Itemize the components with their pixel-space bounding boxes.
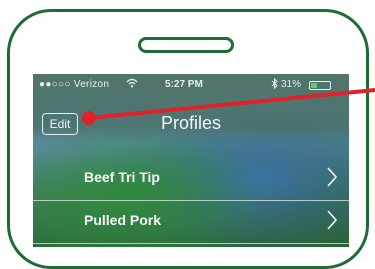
- battery-level-fill: [311, 83, 317, 88]
- wifi-icon: [126, 78, 138, 91]
- battery-percent: 31%: [281, 79, 302, 90]
- profiles-list: Beef Tri Tip Pulled Pork: [33, 158, 349, 244]
- list-item[interactable]: Pulled Pork: [33, 201, 349, 244]
- status-time: 5:27 PM: [165, 79, 203, 90]
- list-item-label: Pulled Pork: [84, 212, 162, 228]
- app-screen: ●●○○○ Verizon 5:27 PM 31% Edit Profiles …: [33, 74, 349, 247]
- battery-icon: [309, 81, 331, 90]
- status-bar: ●●○○○ Verizon 5:27 PM 31%: [33, 74, 349, 96]
- navigation-bar: Edit Profiles: [33, 96, 349, 136]
- chevron-right-icon: [326, 209, 338, 236]
- bluetooth-icon: [271, 77, 278, 92]
- list-item-label: Beef Tri Tip: [84, 169, 160, 185]
- page-title: Profiles: [160, 113, 222, 133]
- carrier-label: ●●○○○ Verizon: [39, 79, 110, 90]
- list-item[interactable]: Beef Tri Tip: [33, 158, 349, 201]
- phone-speaker: [138, 37, 234, 53]
- chevron-right-icon: [326, 166, 338, 193]
